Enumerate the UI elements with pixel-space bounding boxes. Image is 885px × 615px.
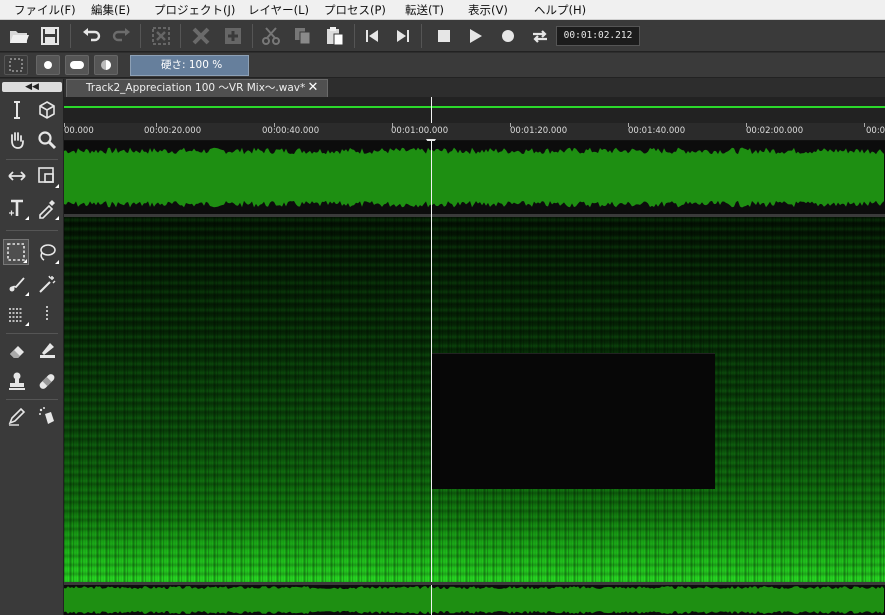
overview-waveform-line xyxy=(64,106,885,108)
delete-icon[interactable] xyxy=(188,23,214,49)
eyedropper-tool-icon[interactable] xyxy=(34,195,60,221)
erased-selection-region[interactable] xyxy=(432,353,715,489)
stamp-tool-icon[interactable] xyxy=(4,368,30,394)
ruler-label: 00:01:20.000 xyxy=(510,126,568,136)
ruler-tick xyxy=(864,123,865,127)
save-icon[interactable] xyxy=(37,23,63,49)
toolbar-separator xyxy=(354,24,355,48)
submenu-indicator xyxy=(25,322,29,326)
undo-icon[interactable] xyxy=(78,23,104,49)
waveform-view[interactable] xyxy=(64,141,885,214)
ruler-label: 00:00:20.000 xyxy=(144,126,202,136)
bandage-tool-icon[interactable] xyxy=(34,368,60,394)
tool-separator xyxy=(6,159,58,160)
tool-separator xyxy=(6,333,58,334)
close-tab-icon[interactable]: ✕ xyxy=(304,79,322,97)
text-tool-icon[interactable] xyxy=(4,195,30,221)
submenu-indicator xyxy=(55,184,59,188)
submenu-indicator xyxy=(25,216,29,220)
main-toolbar: 00:01:02.212 xyxy=(0,20,885,52)
time-display: 00:01:02.212 xyxy=(556,26,640,46)
menu-project[interactable]: プロジェクト(J) xyxy=(154,0,235,20)
menu-edit[interactable]: 編集(E) xyxy=(91,0,130,20)
harmonic-select-tool-icon[interactable] xyxy=(4,301,30,327)
rectangle-select-tool-icon[interactable] xyxy=(3,239,29,265)
document-tab[interactable]: Track2_Appreciation 100 ～VR Mix～.wav* xyxy=(66,79,328,97)
submenu-indicator xyxy=(55,260,59,264)
selection-mode-icon[interactable] xyxy=(4,55,28,75)
brush-small-icon[interactable] xyxy=(36,55,60,75)
frequency-select-tool-icon[interactable] xyxy=(34,301,60,327)
hand-tool-icon[interactable] xyxy=(4,127,30,153)
brush-wide-icon[interactable] xyxy=(65,55,89,75)
overview-playhead xyxy=(431,97,432,123)
toolbar-separator xyxy=(70,24,71,48)
tool-separator xyxy=(6,399,58,400)
spectrogram-view[interactable] xyxy=(64,217,885,582)
skip-back-icon[interactable] xyxy=(359,23,385,49)
toolbar-separator xyxy=(252,24,253,48)
skip-forward-icon[interactable] xyxy=(390,23,416,49)
menu-process[interactable]: プロセス(P) xyxy=(324,0,386,20)
play-icon[interactable] xyxy=(462,23,488,49)
add-icon[interactable] xyxy=(220,23,246,49)
spray-tool-icon[interactable] xyxy=(34,403,60,429)
tool-panel: ◀◀ xyxy=(0,79,64,615)
stop-icon[interactable] xyxy=(431,23,457,49)
brush-toolbar: 硬さ: 100 % xyxy=(0,53,885,78)
magic-wand-tool-icon[interactable] xyxy=(34,271,60,297)
hardness-field[interactable]: 硬さ: 100 % xyxy=(130,55,249,76)
ruler-label: 00.000 xyxy=(64,126,94,136)
brush-half-icon[interactable] xyxy=(94,55,118,75)
menu-view[interactable]: 表示(V) xyxy=(468,0,508,20)
redo-icon[interactable] xyxy=(109,23,135,49)
record-icon[interactable] xyxy=(495,23,521,49)
submenu-indicator xyxy=(23,259,27,263)
submenu-indicator xyxy=(55,216,59,220)
deselect-icon[interactable] xyxy=(148,23,174,49)
toolbar-separator xyxy=(421,24,422,48)
lasso-tool-icon[interactable] xyxy=(34,239,60,265)
open-folder-icon[interactable] xyxy=(6,23,32,49)
brush-select-tool-icon[interactable] xyxy=(4,271,30,297)
fill-tool-icon[interactable] xyxy=(34,337,60,363)
ruler-label: 00:01:00.000 xyxy=(391,126,449,136)
ruler-label: 00:01:40.000 xyxy=(628,126,686,136)
menu-transfer[interactable]: 転送(T) xyxy=(405,0,444,20)
ruler-label: 00:00:40.000 xyxy=(262,126,320,136)
loop-icon[interactable] xyxy=(527,23,553,49)
3d-view-tool-icon[interactable] xyxy=(34,97,60,123)
submenu-indicator xyxy=(25,292,29,296)
ruler-label: 00:02:00.000 xyxy=(746,126,804,136)
tool-separator xyxy=(6,230,58,231)
ruler-label: 00:02 xyxy=(866,126,885,136)
menu-file[interactable]: ファイル(F) xyxy=(14,0,76,20)
zoom-tool-icon[interactable] xyxy=(34,127,60,153)
cut-icon[interactable] xyxy=(258,23,284,49)
copy-icon[interactable] xyxy=(290,23,316,49)
waveform-graphic xyxy=(64,147,884,208)
pencil-tool-icon[interactable] xyxy=(4,403,30,429)
time-selection-tool-icon[interactable] xyxy=(4,97,30,123)
menu-bar: ファイル(F) 編集(E) プロジェクト(J) レイヤー(L) プロセス(P) … xyxy=(0,0,885,20)
paste-icon[interactable] xyxy=(322,23,348,49)
time-stretch-tool-icon[interactable] xyxy=(4,163,30,189)
menu-help[interactable]: ヘルプ(H) xyxy=(534,0,586,20)
secondary-waveform-view[interactable] xyxy=(64,585,885,615)
resize-tool-icon[interactable] xyxy=(34,163,60,189)
overview-strip[interactable] xyxy=(64,97,885,123)
toolbar-separator xyxy=(180,24,181,48)
time-ruler[interactable]: 00.000 00:00:20.000 00:00:40.000 00:01:0… xyxy=(64,123,885,141)
playhead-line-bottom xyxy=(431,585,432,615)
collapse-panel-button[interactable]: ◀◀ xyxy=(2,82,62,92)
playhead-line xyxy=(431,141,432,582)
secondary-waveform-graphic xyxy=(64,586,884,614)
toolbar-separator xyxy=(140,24,141,48)
menu-layer[interactable]: レイヤー(L) xyxy=(248,0,309,20)
document-tab-strip: Track2_Appreciation 100 ～VR Mix～.wav* xyxy=(64,79,885,97)
eraser-tool-icon[interactable] xyxy=(4,337,30,363)
